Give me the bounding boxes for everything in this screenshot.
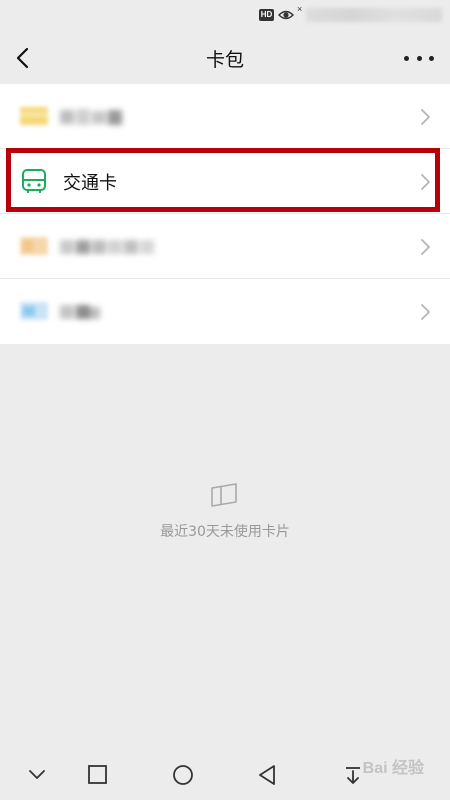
status-indicators-blurred	[306, 8, 442, 22]
system-nav-bar: Bai 经验	[0, 750, 450, 800]
baidu-jingyan-watermark: Bai 经验	[362, 760, 424, 777]
transit-card-row[interactable]: 交通卡	[0, 149, 450, 214]
card-row-blurred-2[interactable]	[0, 214, 450, 279]
chevron-down-icon[interactable]	[24, 762, 50, 788]
nav-bar: 卡包	[0, 32, 450, 84]
back-triangle-icon[interactable]	[254, 762, 280, 788]
status-x-marker: ×	[297, 4, 303, 14]
yellow-card-icon	[20, 107, 48, 125]
more-dot-icon	[404, 55, 409, 61]
card-row-blurred-3[interactable]	[0, 279, 450, 344]
status-bar: HD ×	[0, 0, 450, 32]
bus-icon	[22, 169, 46, 193]
more-options-button[interactable]	[404, 44, 434, 72]
more-dot-icon	[429, 55, 434, 61]
card-row-blurred-1[interactable]	[0, 84, 450, 149]
card-label-blurred	[60, 240, 154, 254]
chevron-right-icon	[421, 304, 430, 320]
blue-card-icon	[20, 302, 48, 320]
empty-state-text: 最近30天未使用卡片	[160, 524, 290, 540]
home-circle-icon[interactable]	[170, 762, 196, 788]
chevron-right-icon	[421, 239, 430, 255]
card-label-blurred	[60, 305, 100, 319]
chevron-right-icon	[421, 174, 430, 190]
hd-badge: HD	[259, 9, 274, 21]
transit-card-label: 交通卡	[63, 173, 117, 194]
more-dot-icon	[416, 55, 422, 61]
recents-square-icon[interactable]	[85, 762, 111, 788]
eye-icon	[278, 10, 294, 20]
empty-state: 最近30天未使用卡片	[0, 481, 450, 541]
card-outline-icon	[211, 483, 237, 507]
card-label-blurred	[60, 109, 122, 125]
card-list: 交通卡	[0, 84, 450, 344]
page-title: 卡包	[205, 49, 244, 71]
chevron-right-icon	[421, 109, 430, 125]
orange-card-icon	[20, 237, 48, 255]
